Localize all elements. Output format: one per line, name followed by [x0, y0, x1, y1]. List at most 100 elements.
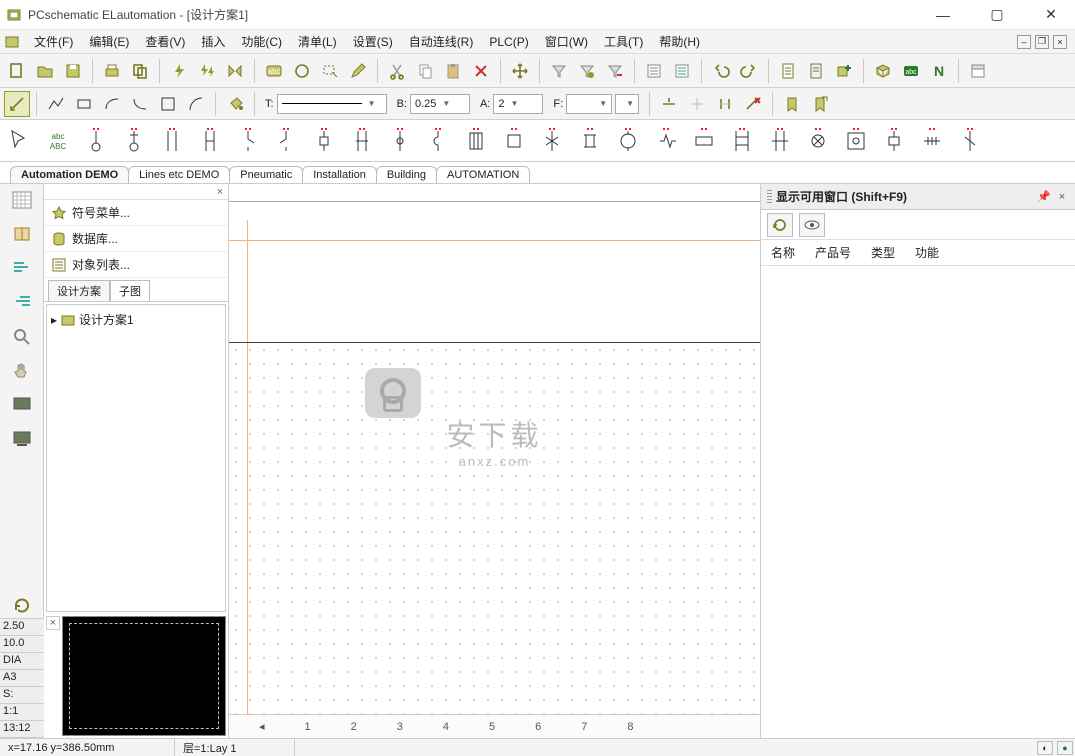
rect-button[interactable]	[71, 91, 97, 117]
tab-1[interactable]: Lines etc DEMO	[128, 166, 230, 183]
tab-5[interactable]: AUTOMATION	[436, 166, 530, 183]
symbol-0[interactable]	[80, 125, 112, 157]
symbol-12[interactable]	[536, 125, 568, 157]
symbol-10[interactable]	[460, 125, 492, 157]
zoom-icon[interactable]	[8, 324, 36, 348]
page-preview[interactable]	[62, 616, 226, 736]
redo-button[interactable]	[736, 58, 762, 84]
symbol-11[interactable]	[498, 125, 530, 157]
symbol-21[interactable]	[878, 125, 910, 157]
align-right-icon[interactable]	[8, 290, 36, 314]
grid3d-button[interactable]	[870, 58, 896, 84]
addplus-button[interactable]	[831, 58, 857, 84]
filter2-button[interactable]	[574, 58, 600, 84]
doc1-button[interactable]	[775, 58, 801, 84]
abc-green-button[interactable]: abc	[898, 58, 924, 84]
a-combo[interactable]: 2▼	[493, 94, 543, 114]
mdi-restore[interactable]: ❐	[1035, 35, 1049, 49]
undo-button[interactable]	[708, 58, 734, 84]
menu-window[interactable]: 窗口(W)	[537, 31, 596, 52]
database-link[interactable]: 数据库...	[44, 226, 228, 252]
move-button[interactable]	[507, 58, 533, 84]
symbol-2[interactable]	[156, 125, 188, 157]
eye-button[interactable]	[799, 213, 825, 237]
menu-autowire[interactable]: 自动连线(R)	[401, 31, 482, 52]
curve1-button[interactable]	[99, 91, 125, 117]
maximize-button[interactable]: ▢	[979, 4, 1015, 26]
grip-icon[interactable]	[767, 190, 772, 204]
paste-button[interactable]	[440, 58, 466, 84]
col-1[interactable]: 产品号	[805, 240, 861, 265]
symbol-7[interactable]	[346, 125, 378, 157]
col-3[interactable]: 功能	[905, 240, 949, 265]
subtab-1[interactable]: 子图	[110, 280, 150, 301]
align-left-icon[interactable]	[8, 256, 36, 280]
list1-button[interactable]	[641, 58, 667, 84]
symbol-23[interactable]	[954, 125, 986, 157]
snap2-button[interactable]	[684, 91, 710, 117]
symbol-5[interactable]	[270, 125, 302, 157]
close-button[interactable]: ✕	[1033, 4, 1069, 26]
canvas[interactable]: 安下载anxz.com	[229, 202, 760, 714]
open-button[interactable]	[32, 58, 58, 84]
line-mode-button[interactable]	[4, 91, 30, 117]
symbol-9[interactable]	[422, 125, 454, 157]
b-combo[interactable]: 0.25▼	[410, 94, 470, 114]
menu-view[interactable]: 查看(V)	[137, 31, 193, 52]
symbol-4[interactable]	[232, 125, 264, 157]
text-button[interactable]: abc	[261, 58, 287, 84]
menu-file[interactable]: 文件(F)	[26, 31, 81, 52]
menu-help[interactable]: 帮助(H)	[651, 31, 708, 52]
menu-insert[interactable]: 插入	[193, 31, 233, 52]
snap-x-button[interactable]	[740, 91, 766, 117]
list2-button[interactable]	[669, 58, 695, 84]
panel-button[interactable]	[965, 58, 991, 84]
filter1-button[interactable]	[546, 58, 572, 84]
status-ind-2[interactable]: ●	[1057, 741, 1073, 755]
doc2-button[interactable]	[803, 58, 829, 84]
mirror-button[interactable]	[222, 58, 248, 84]
rect-select-button[interactable]	[317, 58, 343, 84]
tree-area[interactable]: ▸ 设计方案1	[46, 304, 226, 612]
screen2-icon[interactable]	[8, 426, 36, 450]
flash2-button[interactable]	[194, 58, 220, 84]
filter3-button[interactable]	[602, 58, 628, 84]
f-combo[interactable]: ▼	[566, 94, 612, 114]
symbol-19[interactable]	[802, 125, 834, 157]
flash-button[interactable]	[166, 58, 192, 84]
mdi-min[interactable]: –	[1017, 35, 1031, 49]
bucket-button[interactable]	[222, 91, 248, 117]
bookmark-button[interactable]	[779, 91, 805, 117]
tab-0[interactable]: Automation DEMO	[10, 166, 129, 183]
copy2-button[interactable]	[412, 58, 438, 84]
menu-tools[interactable]: 工具(T)	[596, 31, 651, 52]
print-button[interactable]	[99, 58, 125, 84]
preview-close[interactable]: ×	[46, 616, 60, 630]
tree-row-0[interactable]: ▸ 设计方案1	[51, 309, 221, 330]
symbol-13[interactable]	[574, 125, 606, 157]
symbol-8[interactable]	[384, 125, 416, 157]
delete-button[interactable]	[468, 58, 494, 84]
copy-button[interactable]	[127, 58, 153, 84]
snap1-button[interactable]	[656, 91, 682, 117]
status-ind-1[interactable]: ◐	[1037, 741, 1053, 755]
side-close[interactable]: ×	[214, 186, 226, 198]
book-icon[interactable]	[8, 222, 36, 246]
cut-button[interactable]	[384, 58, 410, 84]
f-combo2[interactable]: ▼	[615, 94, 639, 114]
symbol-20[interactable]	[840, 125, 872, 157]
menu-func[interactable]: 功能(C)	[233, 31, 290, 52]
circle-button[interactable]	[289, 58, 315, 84]
menu-edit[interactable]: 编辑(E)	[81, 31, 137, 52]
new-button[interactable]	[4, 58, 30, 84]
objectlist-link[interactable]: 对象列表...	[44, 252, 228, 278]
symbol-14[interactable]	[612, 125, 644, 157]
box-button[interactable]	[155, 91, 181, 117]
symbol-18[interactable]	[764, 125, 796, 157]
menu-plc[interactable]: PLC(P)	[481, 33, 536, 51]
refresh-icon[interactable]	[8, 594, 36, 618]
tab-3[interactable]: Installation	[302, 166, 377, 183]
symbol-22[interactable]	[916, 125, 948, 157]
pin-icon[interactable]: 📌	[1037, 190, 1051, 203]
symbol-17[interactable]	[726, 125, 758, 157]
